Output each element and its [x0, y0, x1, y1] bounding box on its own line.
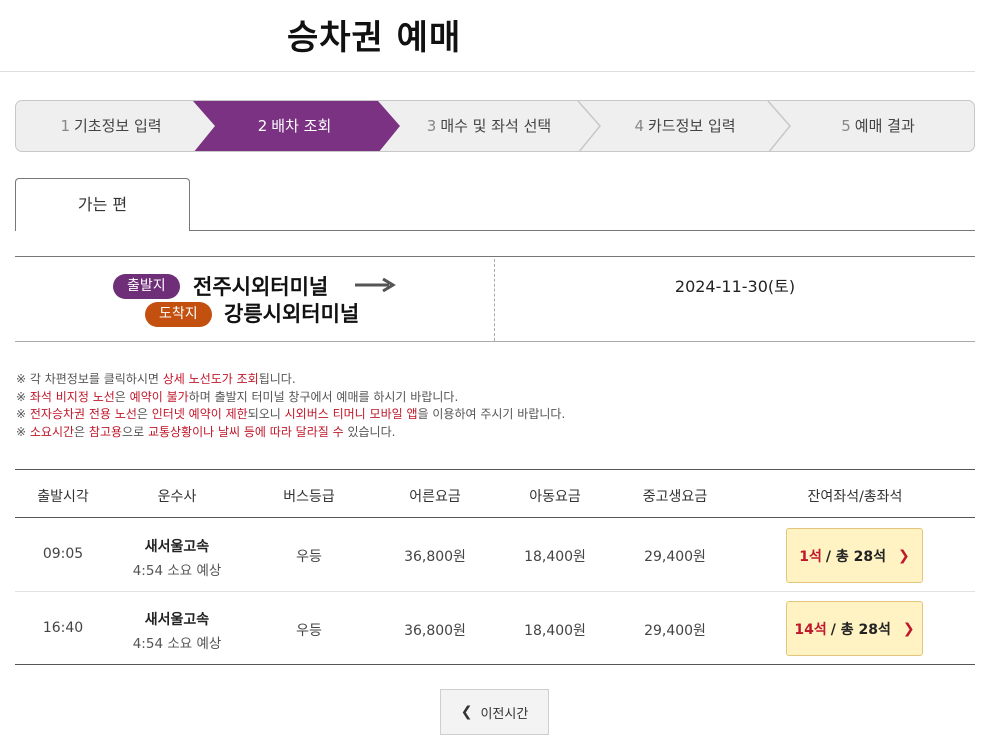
remaining-seats: 1석 — [799, 548, 822, 565]
step-2-active: 2 배차 조회 — [203, 101, 386, 151]
carrier-name: 새서울고속 — [144, 539, 210, 555]
route-summary: 출발지 전주시외터미널 도착지 강릉시외터미널 2024-11-30(토) — [15, 256, 975, 342]
step-number: 1 — [60, 117, 70, 135]
table-top-rule — [15, 469, 975, 470]
notice-text: 을 이용하여 주시기 바랍니다. — [417, 407, 566, 421]
previous-time-label: 이전시간 — [480, 706, 529, 722]
tab-outbound[interactable]: 가는 편 — [15, 178, 190, 231]
row-bus-grade: 우등 — [296, 623, 322, 639]
notice-list: ※ 각 차편정보를 클릭하시면 상세 노선도가 조회됩니다. ※ 좌석 비지정 노… — [16, 371, 565, 441]
notice-line: ※ 전자승차권 전용 노선은 인터넷 예약이 제한되오니 시외버스 티머니 모바… — [16, 406, 565, 424]
route-divider — [494, 259, 495, 341]
notice-text: 은 — [136, 407, 152, 421]
chevron-right-icon: ❯ — [898, 547, 910, 564]
step-5: 5 예매 결과 — [780, 101, 974, 151]
arrow-right-icon — [355, 278, 396, 292]
notice-highlight: 시외버스 티머니 모바일 앱 — [284, 407, 418, 421]
row-child-fare: 18,400원 — [524, 623, 586, 639]
row-departure-time: 09:05 — [42, 546, 84, 562]
departure-badge: 출발지 — [113, 274, 180, 299]
notice-text: ※ 각 차편정보를 클릭하시면 — [16, 372, 163, 386]
arrival-terminal: 강릉시외터미널 — [224, 302, 360, 326]
chevron-left-icon: ❮ — [460, 704, 473, 720]
header-departure-time: 출발시각 — [37, 489, 89, 505]
notice-highlight: 예약이 불가 — [129, 389, 189, 404]
header-bus-grade: 버스등급 — [283, 489, 335, 505]
travel-duration: 4:54 소요 예상 — [132, 563, 222, 579]
notice-line: ※ 소요시간은 참고용으로 교통상황이나 날씨 등에 따라 달라질 수 있습니다… — [16, 424, 565, 442]
notice-text: ※ — [16, 407, 30, 421]
remaining-seats: 14석 — [794, 621, 827, 638]
header-child-fare: 아동요금 — [529, 489, 581, 505]
row-child-fare: 18,400원 — [524, 549, 586, 565]
carrier-name: 새서울고속 — [144, 612, 210, 628]
notice-highlight: 교통상황이나 날씨 등에 따라 달라질 수 — [147, 424, 344, 439]
step-1: 1 기초정보 입력 — [16, 101, 206, 151]
step-progress-bar: 1 기초정보 입력 2 배차 조회 3 매수 및 좌석 선택 4 카드정보 입력 5 예매… — [15, 100, 975, 152]
notice-text: 있습니다. — [343, 424, 396, 439]
select-seats-button[interactable]: 1석 / 총 28석 ❯ — [786, 528, 923, 583]
notice-highlight: 상세 노선도가 조회 — [162, 372, 259, 386]
notice-text: ※ — [16, 389, 30, 404]
row-carrier: 새서울고속 4:54 소요 예상 — [133, 536, 222, 579]
departure-date: 2024-11-30(토) — [674, 277, 796, 296]
departure-terminal: 전주시외터미널 — [193, 275, 329, 299]
step-label: 예매 결과 — [854, 117, 915, 135]
chevron-right-icon: ❯ — [902, 620, 915, 637]
notice-highlight: 좌석 비지정 노선 — [29, 389, 115, 404]
table-header-rule — [15, 517, 975, 518]
notice-text: 되오니 — [247, 407, 285, 421]
notice-highlight: 전자승차권 전용 노선 — [29, 407, 137, 421]
notice-line: ※ 좌석 비지정 노선은 예약이 불가하며 출발지 터미널 창구에서 예매를 하… — [16, 389, 565, 407]
step-label: 매수 및 좌석 선택 — [440, 117, 552, 135]
step-number: 3 — [426, 117, 437, 135]
notice-text: 은 — [114, 389, 130, 404]
step-label: 배차 조회 — [271, 117, 332, 135]
row-bus-grade: 우등 — [296, 549, 322, 565]
previous-time-button[interactable]: ❮ 이전시간 — [440, 689, 549, 735]
step-label: 카드정보 입력 — [647, 117, 736, 135]
step-number: 2 — [257, 117, 268, 135]
select-seats-button[interactable]: 14석 / 총 28석 ❯ — [786, 601, 923, 656]
notice-text: ※ — [16, 424, 30, 439]
row-carrier: 새서울고속 4:54 소요 예상 — [133, 609, 222, 652]
table-bottom-rule — [15, 664, 975, 665]
header-seats: 잔여좌석/총좌석 — [807, 489, 903, 505]
arrival-badge: 도착지 — [145, 302, 212, 327]
row-adult-fare: 36,800원 — [404, 549, 466, 565]
notice-highlight: 참고용 — [88, 424, 123, 439]
step-3: 3 매수 및 좌석 선택 — [394, 101, 584, 151]
travel-duration: 4:54 소요 예상 — [132, 636, 222, 652]
title-divider — [0, 71, 975, 72]
notice-line: ※ 각 차편정보를 클릭하시면 상세 노선도가 조회됩니다. — [16, 371, 565, 389]
notice-text: 은 — [74, 424, 89, 439]
step-4: 4 카드정보 입력 — [590, 101, 780, 151]
notice-text: 됩니다. — [258, 372, 296, 386]
row-departure-time: 16:40 — [42, 620, 84, 636]
header-carrier: 운수사 — [157, 489, 197, 505]
notice-text: 으로 — [122, 424, 148, 439]
header-adult-fare: 어른요금 — [409, 489, 461, 505]
header-teen-fare: 중고생요금 — [642, 489, 708, 505]
page-title: 승차권 예매 — [287, 18, 462, 58]
table-row-divider — [15, 591, 975, 592]
total-seats: / 총 28석 — [825, 548, 886, 565]
step-number: 5 — [841, 117, 851, 135]
step-number: 4 — [634, 117, 644, 135]
notice-text: 하며 출발지 터미널 창구에서 예매를 하시기 바랍니다. — [188, 389, 459, 404]
total-seats: / 총 28석 — [830, 621, 891, 638]
notice-highlight: 인터넷 예약이 제한 — [151, 407, 248, 421]
row-teen-fare: 29,400원 — [644, 623, 706, 639]
row-teen-fare: 29,400원 — [644, 549, 706, 565]
step-label: 기초정보 입력 — [73, 117, 162, 135]
row-adult-fare: 36,800원 — [404, 623, 466, 639]
notice-highlight: 소요시간 — [29, 424, 75, 439]
